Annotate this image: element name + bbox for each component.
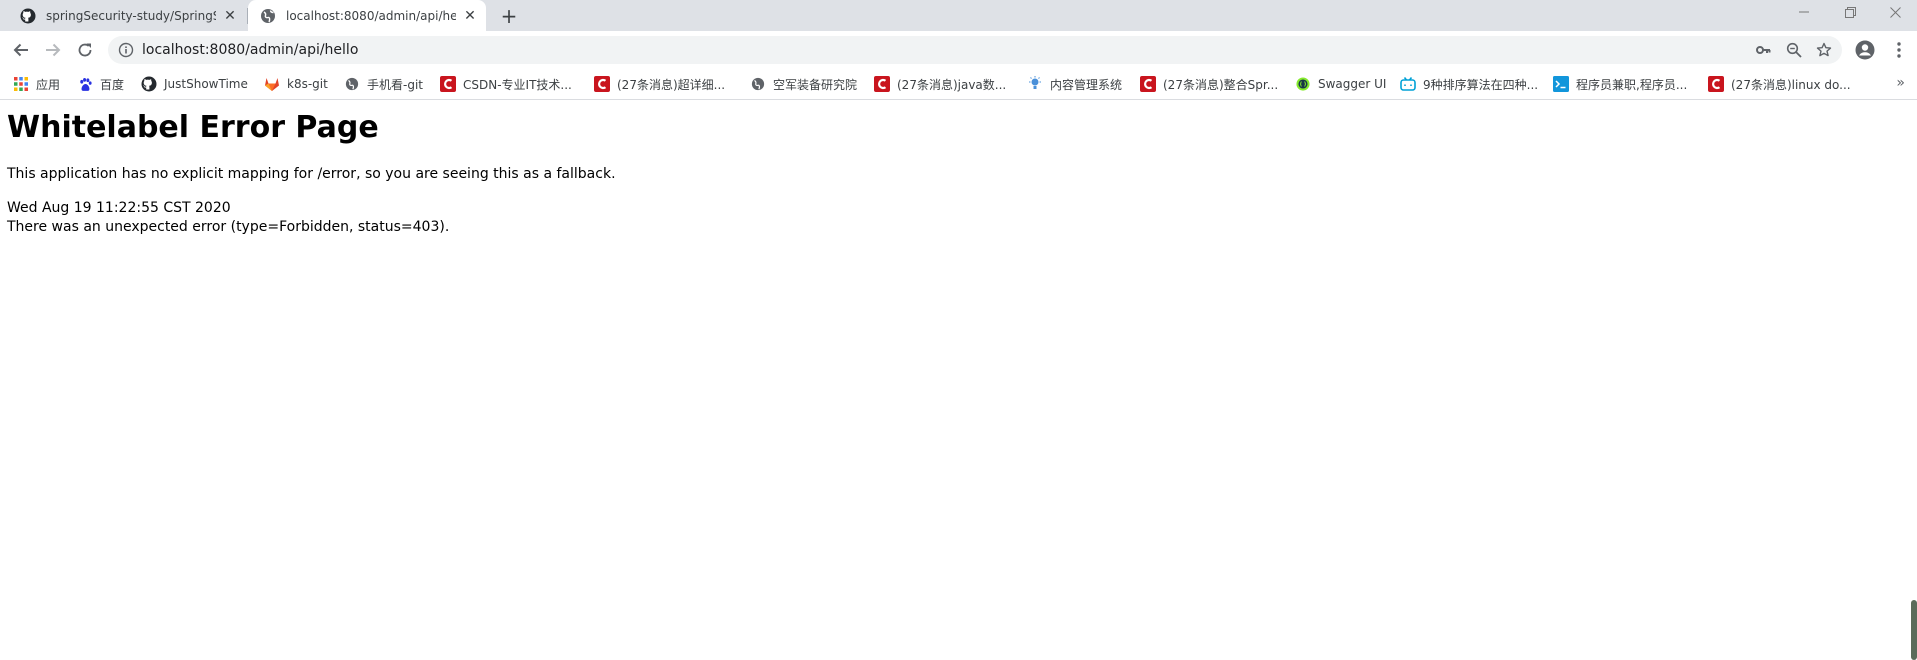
csdn-icon <box>874 76 890 92</box>
baidu-paw-icon <box>77 76 93 92</box>
tab-github[interactable]: springSecurity-study/SpringSecurity ✕ <box>8 0 246 31</box>
key-icon[interactable] <box>1755 42 1771 58</box>
error-explanation: This application has no explicit mapping… <box>7 166 616 182</box>
page-content: Whitelabel Error Page This application h… <box>0 100 1917 660</box>
csdn-icon <box>1140 76 1156 92</box>
tab-strip: springSecurity-study/SpringSecurity ✕ lo… <box>0 0 1917 31</box>
bookmark-label: (27条消息)java数... <box>897 77 1007 92</box>
tab-title: localhost:8080/admin/api/hello <box>286 8 456 23</box>
tab-localhost[interactable]: localhost:8080/admin/api/hello ✕ <box>248 0 486 31</box>
minimize-icon[interactable] <box>1782 0 1826 24</box>
bookmark-label: (27条消息)linux do... <box>1731 77 1851 92</box>
zoom-icon[interactable] <box>1786 42 1802 58</box>
bookmark-label: (27条消息)超详细... <box>617 77 726 92</box>
globe-icon <box>750 76 766 92</box>
profile-avatar-icon[interactable] <box>1855 40 1875 60</box>
bookmark-apps[interactable]: 应用 <box>13 75 60 93</box>
globe-icon <box>344 76 360 92</box>
toolbar: localhost:8080/admin/api/hello <box>0 31 1917 69</box>
terminal-icon <box>1553 76 1569 92</box>
reload-icon <box>78 43 92 57</box>
bookmark-csdn-detail[interactable]: (27条消息)超详细... <box>594 75 725 93</box>
menu-icon[interactable] <box>1889 40 1909 60</box>
csdn-icon <box>594 76 610 92</box>
csdn-icon <box>1708 76 1724 92</box>
url-text[interactable]: localhost:8080/admin/api/hello <box>142 36 358 64</box>
bookmark-label: 程序员兼职,程序员... <box>1576 77 1688 92</box>
scrollbar-thumb[interactable] <box>1911 600 1917 660</box>
back-button[interactable] <box>7 36 35 64</box>
csdn-icon <box>440 76 456 92</box>
bookmark-label: 百度 <box>100 77 125 92</box>
bookmark-baidu[interactable]: 百度 <box>77 75 124 93</box>
forward-button[interactable] <box>39 36 67 64</box>
bookmark-justshowtime[interactable]: JustShowTime <box>141 75 248 93</box>
forward-arrow-icon <box>46 43 61 57</box>
bookmark-csdn-spring[interactable]: (27条消息)整合Spr... <box>1140 75 1278 93</box>
bookmark-label: CSDN-专业IT技术... <box>463 77 572 92</box>
bookmarks-bar: 应用 百度 JustShowTime k8s-git 手机看-git CSDN-… <box>0 69 1917 100</box>
restore-icon[interactable] <box>1828 0 1872 24</box>
page-title: Whitelabel Error Page <box>7 110 379 145</box>
github-icon <box>141 76 157 92</box>
bookmark-label: (27条消息)整合Spr... <box>1163 77 1279 92</box>
bulb-icon <box>1027 76 1043 92</box>
close-window-icon[interactable] <box>1873 0 1917 24</box>
github-icon <box>20 8 36 24</box>
bookmark-airforce[interactable]: 空军装备研究院 <box>750 75 857 93</box>
bookmark-bilibili-sort[interactable]: 9种排序算法在四种... <box>1400 75 1538 93</box>
bookmark-mobile-git[interactable]: 手机看-git <box>344 75 423 93</box>
bookmark-label: 空军装备研究院 <box>773 77 858 92</box>
apps-grid-icon <box>13 76 29 92</box>
new-tab-button[interactable]: + <box>498 5 520 27</box>
close-icon[interactable]: ✕ <box>222 8 238 24</box>
bookmark-csdn[interactable]: CSDN-专业IT技术... <box>440 75 572 93</box>
star-icon[interactable] <box>1816 42 1832 58</box>
info-icon[interactable] <box>118 42 134 58</box>
tab-title: springSecurity-study/SpringSecurity <box>46 8 216 23</box>
bookmark-csdn-java[interactable]: (27条消息)java数... <box>874 75 1006 93</box>
bookmarks-overflow-icon[interactable]: » <box>1896 75 1905 91</box>
bilibili-icon <box>1400 76 1416 92</box>
swagger-icon <box>1295 76 1311 92</box>
close-icon[interactable]: ✕ <box>462 8 478 24</box>
bookmark-label: 应用 <box>36 77 61 92</box>
bookmark-label: JustShowTime <box>164 77 248 91</box>
bookmark-label: 手机看-git <box>367 77 423 92</box>
error-timestamp: Wed Aug 19 11:22:55 CST 2020 <box>7 200 231 216</box>
bookmark-k8s-git[interactable]: k8s-git <box>264 75 328 93</box>
address-bar[interactable]: localhost:8080/admin/api/hello <box>108 36 1842 64</box>
bookmark-programmer[interactable]: 程序员兼职,程序员... <box>1553 75 1687 93</box>
back-arrow-icon <box>13 43 28 57</box>
globe-icon <box>260 8 276 24</box>
bookmark-cms[interactable]: 内容管理系统 <box>1027 75 1122 93</box>
bookmark-label: 9种排序算法在四种... <box>1423 77 1539 92</box>
gitlab-icon <box>264 76 280 92</box>
bookmark-swagger[interactable]: Swagger UI <box>1295 75 1386 93</box>
bookmark-csdn-linux[interactable]: (27条消息)linux do... <box>1708 75 1851 93</box>
bookmark-label: Swagger UI <box>1318 77 1387 91</box>
error-details: There was an unexpected error (type=Forb… <box>7 219 450 235</box>
bookmark-label: k8s-git <box>287 77 328 91</box>
bookmark-label: 内容管理系统 <box>1050 77 1123 92</box>
reload-button[interactable] <box>71 36 99 64</box>
